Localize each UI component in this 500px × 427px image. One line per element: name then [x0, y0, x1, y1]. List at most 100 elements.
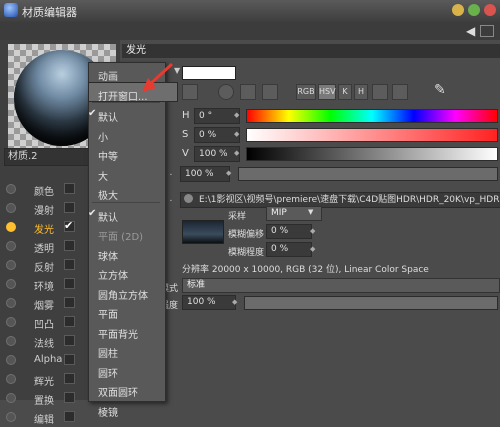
- channel-checkbox[interactable]: [64, 411, 75, 422]
- section-title: 发光: [122, 44, 500, 58]
- image-icon[interactable]: [262, 84, 278, 100]
- maximize-button[interactable]: [468, 4, 480, 16]
- channel-radio-icon[interactable]: [6, 355, 16, 365]
- channel-checkbox[interactable]: [64, 183, 75, 194]
- menu-item[interactable]: 圆环: [88, 361, 164, 381]
- hsv-mode-button[interactable]: HSV: [318, 84, 336, 100]
- saturation-slider[interactable]: [246, 128, 498, 142]
- channel-checkbox[interactable]: [64, 297, 75, 308]
- channel-radio-icon[interactable]: [6, 203, 16, 213]
- menu-item[interactable]: 大: [88, 164, 164, 184]
- menu-item-label: 双面圆环: [98, 388, 138, 399]
- brightness-field[interactable]: 100 %: [180, 166, 230, 182]
- channel-radio-icon[interactable]: [6, 317, 16, 327]
- channel-radio-icon[interactable]: [6, 336, 16, 346]
- channel-radio-icon[interactable]: [6, 393, 16, 403]
- kelvin-mode-button[interactable]: K: [338, 84, 352, 100]
- menu-item-label: 默认: [98, 113, 118, 124]
- channel-radio-icon[interactable]: [6, 260, 16, 270]
- menu-item-label: 球体: [98, 251, 118, 263]
- channel-checkbox[interactable]: [64, 316, 75, 327]
- spectrum-icon[interactable]: [240, 84, 256, 100]
- menu-item[interactable]: ✔ 默认: [88, 205, 164, 225]
- menu-check-icon: ✔: [88, 207, 97, 219]
- channel-radio-icon[interactable]: [6, 222, 16, 232]
- channel-checkbox[interactable]: [64, 202, 75, 213]
- expand-icon[interactable]: [480, 25, 494, 37]
- eyedropper-icon[interactable]: ✎: [434, 82, 446, 98]
- sampling-chevron-icon[interactable]: ▼: [308, 208, 313, 216]
- close-button[interactable]: [484, 4, 496, 16]
- strength-field[interactable]: 100 %: [182, 295, 236, 310]
- menu-item[interactable]: 中等: [88, 144, 164, 164]
- sun-icon[interactable]: [218, 84, 234, 100]
- texture-arrow-icon[interactable]: [184, 194, 193, 203]
- channel-radio-icon[interactable]: [6, 279, 16, 289]
- list-icon[interactable]: [372, 84, 388, 100]
- menu-item[interactable]: 立方体: [88, 263, 164, 283]
- menu-item[interactable]: 棱镜: [88, 400, 164, 420]
- brightness-spinner-icon[interactable]: ◆: [226, 169, 231, 177]
- channel-radio-icon[interactable]: [6, 412, 16, 422]
- sampling-select[interactable]: MIP: [266, 206, 322, 221]
- blur-offset-spinner-icon[interactable]: ◆: [310, 227, 315, 235]
- menu-item[interactable]: ✔ 默认: [88, 105, 164, 125]
- menu-item-label: 平面 (2D): [98, 232, 144, 243]
- channel-label: 发光: [34, 225, 54, 236]
- minimize-button[interactable]: [452, 4, 464, 16]
- menu-item[interactable]: 平面背光: [88, 322, 164, 342]
- hue-spinner-icon[interactable]: ◆: [234, 111, 239, 119]
- channel-checkbox[interactable]: [64, 335, 75, 346]
- value-slider[interactable]: [246, 147, 498, 161]
- mode-select[interactable]: 标准: [182, 278, 500, 293]
- channel-checkbox[interactable]: [64, 354, 75, 365]
- channel-radio-icon[interactable]: [6, 298, 16, 308]
- menu-item[interactable]: 小: [88, 125, 164, 145]
- menu-item-label: 小: [98, 132, 108, 144]
- channel-checkbox[interactable]: [64, 259, 75, 270]
- blur-offset-field[interactable]: 0 %: [266, 224, 312, 239]
- channel-checkbox[interactable]: [64, 392, 75, 403]
- window-title: 材质编辑器: [22, 6, 77, 19]
- hex-mode-button[interactable]: H: [354, 84, 368, 100]
- rgb-mode-button[interactable]: RGB: [296, 84, 316, 100]
- hue-slider[interactable]: [246, 109, 498, 123]
- channel-radio-icon[interactable]: [6, 241, 16, 251]
- menu-item[interactable]: 平面 (2D): [88, 224, 164, 244]
- saturation-label: S: [182, 129, 189, 140]
- menu-item-label: 圆角立方体: [98, 290, 148, 302]
- strength-slider[interactable]: [244, 296, 498, 310]
- sampling-label: 采样: [228, 212, 247, 222]
- channel-radio-icon[interactable]: [6, 184, 16, 194]
- menu-item-label: 极大: [98, 191, 118, 202]
- menu-item[interactable]: 圆角立方体: [88, 283, 164, 303]
- brightness-slider[interactable]: [238, 167, 498, 181]
- annotation-arrow-icon: [142, 62, 174, 92]
- strength-spinner-icon[interactable]: ◆: [232, 298, 237, 306]
- menu-item[interactable]: 极大: [88, 183, 164, 203]
- menu-separator: [92, 201, 160, 203]
- value-spinner-icon[interactable]: ◆: [234, 149, 239, 157]
- channel-checkbox[interactable]: [64, 373, 75, 384]
- menu-item[interactable]: 球体: [88, 244, 164, 264]
- back-arrow-icon[interactable]: ◀: [466, 24, 475, 38]
- title-bar: 材质编辑器: [0, 0, 500, 23]
- color-wheel-icon[interactable]: [182, 84, 198, 100]
- texture-thumbnail[interactable]: [182, 220, 224, 244]
- channel-radio-icon[interactable]: [6, 374, 16, 384]
- menu-separator: [92, 102, 160, 103]
- menu-item[interactable]: 双面圆环: [88, 380, 164, 400]
- blur-degree-field[interactable]: 0 %: [266, 242, 312, 257]
- texture-path-field[interactable]: E:\1影视区\视频号\premiere\速盘下载\C4D贴图HDR\HDR_2…: [180, 192, 500, 208]
- menu-item-label: 平面背光: [98, 329, 138, 341]
- menu-item[interactable]: 平面: [88, 302, 164, 322]
- grid-icon[interactable]: [392, 84, 408, 100]
- channel-label: 环境: [34, 282, 54, 293]
- color-swatch[interactable]: [182, 66, 236, 80]
- resolution-info: 分辨率 20000 x 10000, RGB (32 位), Linear Co…: [182, 265, 429, 275]
- blur-degree-spinner-icon[interactable]: ◆: [310, 245, 315, 253]
- menu-item[interactable]: 圆柱: [88, 341, 164, 361]
- channel-checkbox[interactable]: [64, 278, 75, 289]
- saturation-spinner-icon[interactable]: ◆: [234, 130, 239, 138]
- channel-checkbox[interactable]: [64, 240, 75, 251]
